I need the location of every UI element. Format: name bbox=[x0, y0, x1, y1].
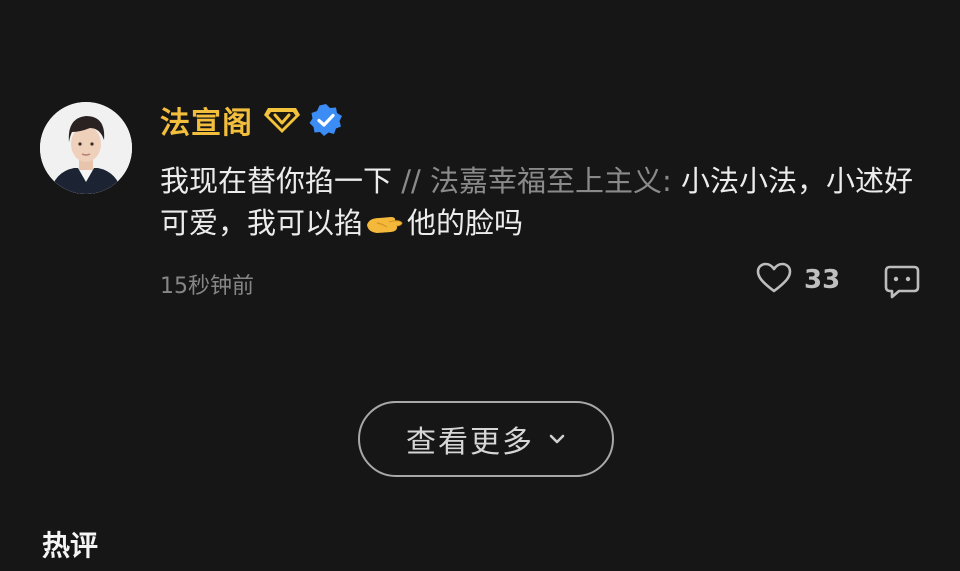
like-button[interactable]: 33 bbox=[756, 262, 840, 298]
username[interactable]: 法宣阁 bbox=[160, 98, 253, 142]
hot-comments-title: 热评 bbox=[42, 529, 99, 562]
comment-page: 法宣阁 我现在替你掐一下 // 法嘉幸福至上主义: 小法小法，小述好可爱，我可以… bbox=[0, 0, 960, 571]
comment-header: 法宣阁 bbox=[160, 98, 343, 142]
show-more-label: 查看更多 bbox=[406, 425, 534, 460]
timestamp: 15秒钟前 bbox=[160, 274, 254, 299]
pinching-hand-emoji-icon bbox=[365, 206, 405, 233]
repost-separator: // bbox=[392, 164, 430, 198]
quoted-text-part2: 他的脸吗 bbox=[407, 206, 524, 240]
show-more-button[interactable]: 查看更多 bbox=[358, 401, 614, 477]
verified-badge-icon bbox=[309, 103, 343, 137]
quoted-username[interactable]: 法嘉幸福至上主义: bbox=[430, 164, 672, 198]
like-count: 33 bbox=[804, 265, 841, 295]
heart-icon[interactable] bbox=[756, 262, 792, 298]
avatar[interactable] bbox=[40, 102, 132, 194]
vip-diamond-icon[interactable] bbox=[263, 105, 301, 135]
reply-button[interactable] bbox=[883, 264, 921, 300]
chevron-down-icon bbox=[548, 433, 566, 445]
comment-bubble-icon[interactable] bbox=[883, 265, 921, 304]
comment-body: 我现在替你掐一下 bbox=[160, 164, 393, 198]
comment-text: 我现在替你掐一下 // 法嘉幸福至上主义: 小法小法，小述好可爱，我可以掐 他的… bbox=[160, 160, 930, 244]
